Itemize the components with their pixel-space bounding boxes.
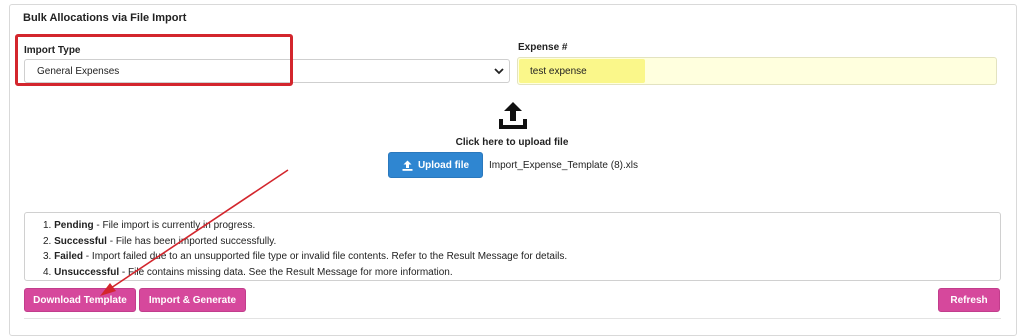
download-template-button[interactable]: Download Template (24, 288, 136, 312)
legend-status: Pending (54, 220, 94, 231)
legend-item: 1. Pending - File import is currently in… (43, 220, 256, 231)
annotation-highlight-box (15, 34, 293, 86)
status-legend: 1. Pending - File import is currently in… (24, 212, 1001, 281)
chevron-down-icon (494, 68, 504, 75)
panel-title: Bulk Allocations via File Import (23, 12, 187, 24)
legend-item: 2. Successful - File has been imported s… (43, 235, 277, 247)
selected-filename: Import_Expense_Template (8).xls (489, 160, 638, 171)
expense-value: test expense (530, 66, 587, 77)
import-generate-button[interactable]: Import & Generate (139, 288, 246, 312)
expense-label: Expense # (518, 42, 568, 53)
expense-input[interactable]: test expense (517, 57, 997, 85)
upload-file-label: Upload file (417, 159, 470, 171)
table-top-border (24, 318, 1001, 319)
refresh-button[interactable]: Refresh (938, 288, 1000, 312)
legend-status: Unsuccessful (54, 266, 120, 278)
upload-icon[interactable] (496, 99, 530, 133)
legend-status: Failed (54, 251, 84, 262)
legend-item: 4. Unsuccessful - File contains missing … (43, 266, 453, 278)
upload-file-button[interactable]: Upload file (388, 152, 483, 178)
upload-hint[interactable]: Click here to upload file (0, 137, 1024, 148)
legend-status: Successful (54, 235, 107, 247)
legend-item: 3. Failed - Import failed due to an unsu… (43, 251, 568, 262)
upload-small-icon (402, 160, 413, 171)
